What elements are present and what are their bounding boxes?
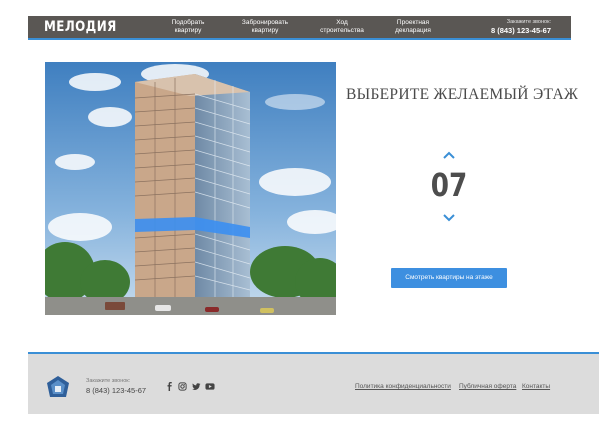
footer-logo-icon[interactable]: [46, 375, 70, 399]
header-accent-line: [28, 38, 571, 40]
twitter-icon[interactable]: [192, 382, 201, 391]
footer-call[interactable]: Закажите звонок: 8 (843) 123-45-67: [86, 378, 146, 397]
building-illustration: [45, 62, 336, 315]
floor-down-arrow-icon[interactable]: [442, 213, 456, 223]
building-tower: [134, 74, 251, 297]
facebook-icon[interactable]: [165, 382, 174, 391]
nav-construction-progress[interactable]: Ход строительства: [314, 19, 370, 35]
site-logo[interactable]: МЕЛОДИЯ: [44, 19, 117, 35]
nav-label: Подобрать: [171, 19, 205, 26]
site-header: МЕЛОДИЯ Подобрать квартиру Забронировать…: [0, 0, 600, 43]
nav-label: Ход: [336, 19, 348, 26]
ground: [45, 297, 336, 315]
call-phone[interactable]: 8 (843) 123-45-67: [491, 26, 551, 36]
current-floor-number: 07: [430, 166, 468, 204]
building-photo[interactable]: [45, 62, 336, 315]
youtube-icon[interactable]: [205, 382, 215, 391]
floor-picker-title: ВЫБЕРИТЕ ЖЕЛАЕМЫЙ ЭТАЖ: [346, 86, 579, 103]
nav-label: Забронировать: [241, 19, 289, 26]
footer-accent-line: [28, 352, 599, 354]
footer-link-contacts[interactable]: Контакты: [522, 382, 550, 391]
nav-choose-apartment[interactable]: Подобрать квартиру: [164, 19, 212, 35]
nav-book-apartment[interactable]: Забронировать квартиру: [236, 19, 294, 35]
nav-label: квартиру: [174, 27, 202, 34]
footer-call-label: Закажите звонок:: [86, 378, 131, 384]
footer-call-phone[interactable]: 8 (843) 123-45-67: [86, 385, 146, 397]
nav-project-declaration[interactable]: Проектная декларация: [388, 19, 438, 35]
nav-label: декларация: [395, 27, 431, 34]
instagram-icon[interactable]: [178, 382, 187, 391]
footer-link-public-offer[interactable]: Публичная оферта: [459, 382, 516, 391]
footer-link-privacy-policy[interactable]: Политика конфиденциальности: [355, 382, 451, 391]
nav-label: Проектная: [396, 19, 430, 26]
nav-label: строительства: [320, 27, 364, 34]
call-label: Закажите звонок:: [506, 19, 551, 25]
floor-up-arrow-icon[interactable]: [442, 150, 456, 160]
nav-label: квартиру: [251, 27, 279, 34]
view-floor-apartments-button[interactable]: Смотреть квартиры на этаже: [391, 268, 507, 288]
header-call[interactable]: Закажите звонок: 8 (843) 123-45-67: [491, 19, 551, 36]
